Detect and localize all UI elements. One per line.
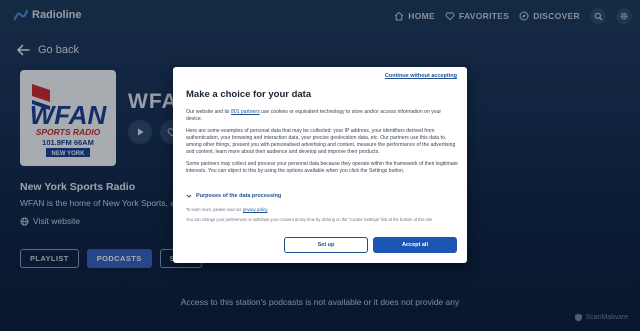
continue-without-accepting-link[interactable]: Continue without accepting <box>385 73 457 79</box>
chevron-down-icon <box>186 194 192 198</box>
privacy-policy-link[interactable]: privacy policy <box>243 207 268 212</box>
cookie-consent-dialog: Continue without accepting Make a choice… <box>173 67 467 263</box>
purposes-label: Purposes of the data processing <box>196 193 282 199</box>
preferences-note: You can change your preferences or withd… <box>186 217 434 222</box>
intro-paragraph: Our website and its 801 partners use coo… <box>186 109 458 123</box>
privacy-note-text: To learn more, please read our <box>186 207 243 212</box>
intro-text-start: Our website and its <box>186 109 232 115</box>
legitimate-interest-paragraph: Some partners may collect and process yo… <box>186 161 458 175</box>
partners-link[interactable]: 801 partners <box>231 109 260 115</box>
dialog-title: Make a choice for your data <box>186 89 312 100</box>
data-examples-paragraph: Here are some examples of personal data … <box>186 128 456 156</box>
set-up-button[interactable]: Set up <box>284 237 368 253</box>
privacy-policy-note: To learn more, please read our privacy p… <box>186 207 458 213</box>
accept-all-button[interactable]: Accept all <box>373 237 457 253</box>
purposes-toggle[interactable]: Purposes of the data processing <box>186 193 281 199</box>
dialog-body: Our website and its 801 partners use coo… <box>186 109 458 180</box>
